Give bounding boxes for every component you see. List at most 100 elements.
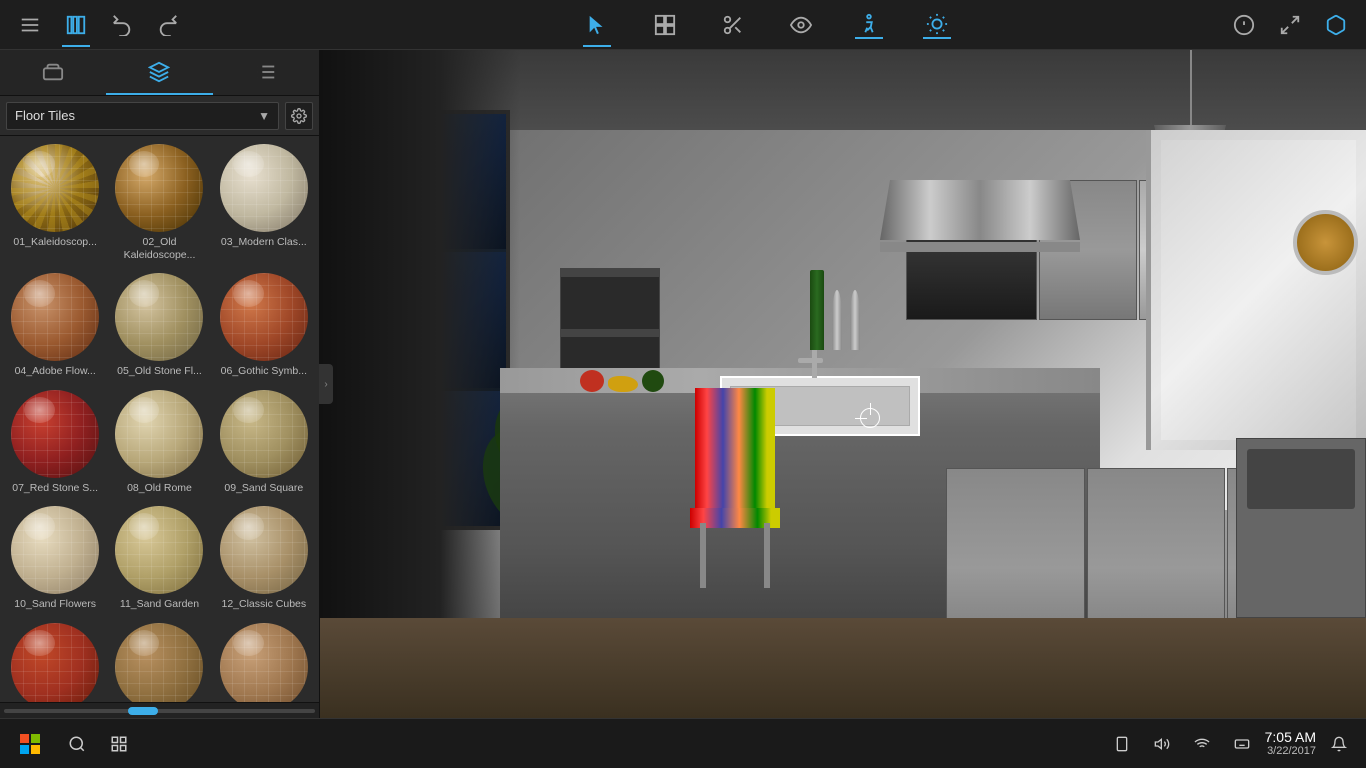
walk-tool-icon[interactable] (855, 11, 883, 39)
material-label-10: 10_Sand Flowers (14, 598, 96, 611)
tab-furniture[interactable] (0, 50, 106, 95)
scene-floor (320, 618, 1366, 718)
chair-leg (700, 523, 706, 588)
material-sphere-11 (115, 506, 203, 594)
material-sphere-15 (220, 623, 308, 702)
eye-tool-icon[interactable] (787, 11, 815, 39)
taskbar-left (0, 724, 200, 764)
scene-range-hood (880, 180, 1080, 270)
category-label: Floor Tiles (15, 108, 75, 123)
material-label-2: 02_Old Kaleidoscope... (113, 236, 205, 261)
scene-fruits (580, 370, 664, 392)
toolbar-right (1214, 11, 1366, 39)
material-item-4[interactable]: 04_Adobe Flow... (4, 269, 106, 384)
layout-tool-icon[interactable] (651, 11, 679, 39)
collapse-arrow-icon: › (324, 379, 327, 390)
chair-back (695, 388, 775, 508)
undo-icon[interactable] (108, 11, 136, 39)
scene-wine-bottles (810, 270, 860, 350)
material-sphere-6 (220, 273, 308, 361)
dropdown-arrow-icon: ▼ (258, 109, 270, 123)
clock-time: 7:05 AM (1265, 729, 1316, 746)
menu-icon[interactable] (16, 11, 44, 39)
material-sphere-13 (11, 623, 99, 702)
scrollbar-track[interactable] (4, 709, 315, 713)
start-button[interactable] (10, 724, 50, 764)
scrollbar-thumb[interactable] (128, 707, 158, 715)
material-item-8[interactable]: 08_Old Rome (108, 386, 210, 501)
chair-leg (764, 523, 770, 588)
material-sphere-14 (115, 623, 203, 702)
top-toolbar (0, 0, 1366, 50)
taskbar-right: 7:05 AM 3/22/2017 (1095, 729, 1366, 759)
settings-button[interactable] (285, 102, 313, 130)
3d-viewport[interactable] (320, 50, 1366, 718)
category-dropdown[interactable]: Floor Tiles ▼ (6, 102, 279, 130)
material-label-1: 01_Kaleidoscop... (13, 236, 96, 249)
library-icon[interactable] (62, 11, 90, 39)
scene-pendant-light (1190, 50, 1192, 130)
network-icon[interactable] (1187, 729, 1217, 759)
toolbar-center (320, 11, 1214, 39)
scene-right-window (1146, 130, 1366, 450)
material-sphere-12 (220, 506, 308, 594)
material-item-5[interactable]: 05_Old Stone Fl... (108, 269, 210, 384)
tablet-mode-icon[interactable] (1107, 729, 1137, 759)
cube3d-icon[interactable] (1322, 11, 1350, 39)
taskbar-clock[interactable]: 7:05 AM 3/22/2017 (1265, 729, 1316, 759)
task-view-button[interactable] (104, 729, 134, 759)
material-sphere-4 (11, 273, 99, 361)
keyboard-icon[interactable] (1227, 729, 1257, 759)
material-grid: 01_Kaleidoscop... 02_Old Kaleidoscope... 0… (0, 136, 319, 702)
material-label-11: 11_Sand Garden (120, 598, 199, 611)
material-item-3[interactable]: 03_Modern Clas... (213, 140, 315, 267)
material-item-2[interactable]: 02_Old Kaleidoscope... (108, 140, 210, 267)
category-bar: Floor Tiles ▼ (0, 96, 319, 136)
material-label-9: 09_Sand Square (224, 482, 303, 495)
scene-chair (690, 388, 790, 588)
sun-tool-icon[interactable] (923, 11, 951, 39)
material-item-11[interactable]: 11_Sand Garden (108, 502, 210, 617)
search-button[interactable] (62, 729, 92, 759)
material-sphere-1 (11, 144, 99, 232)
scissors-tool-icon[interactable] (719, 11, 747, 39)
material-item-14[interactable]: 14_Sand Classic (108, 619, 210, 702)
panel-collapse-button[interactable]: › (319, 364, 333, 404)
redo-icon[interactable] (154, 11, 182, 39)
panel-tabs (0, 50, 319, 96)
material-sphere-3 (220, 144, 308, 232)
tab-list[interactable] (213, 50, 319, 95)
tab-materials[interactable] (106, 50, 212, 95)
material-item-10[interactable]: 10_Sand Flowers (4, 502, 106, 617)
material-sphere-7 (11, 390, 99, 478)
material-label-5: 05_Old Stone Fl... (117, 365, 202, 378)
action-center-icon[interactable] (1324, 729, 1354, 759)
material-item-6[interactable]: 06_Gothic Symb... (213, 269, 315, 384)
material-label-3: 03_Modern Clas... (221, 236, 307, 249)
material-item-15[interactable]: 15_Classic Old C... (213, 619, 315, 702)
material-item-1[interactable]: 01_Kaleidoscop... (4, 140, 106, 267)
maximize-icon[interactable] (1276, 11, 1304, 39)
material-label-12: 12_Classic Cubes (222, 598, 307, 611)
taskbar: 7:05 AM 3/22/2017 (0, 718, 1366, 768)
material-sphere-10 (11, 506, 99, 594)
material-label-4: 04_Adobe Flow... (15, 365, 96, 378)
main-area: Floor Tiles ▼ 01_Kaleidoscop... 02_Old Ka… (0, 50, 1366, 718)
material-label-7: 07_Red Stone S... (12, 482, 98, 495)
cursor-tool-icon[interactable] (583, 11, 611, 39)
material-item-12[interactable]: 12_Classic Cubes (213, 502, 315, 617)
info-icon[interactable] (1230, 11, 1258, 39)
toolbar-left (0, 11, 320, 39)
material-sphere-5 (115, 273, 203, 361)
material-sphere-9 (220, 390, 308, 478)
left-panel: Floor Tiles ▼ 01_Kaleidoscop... 02_Old Ka… (0, 50, 320, 718)
volume-icon[interactable] (1147, 729, 1177, 759)
panel-scrollbar[interactable] (0, 702, 319, 718)
windows-logo (20, 734, 40, 754)
material-item-7[interactable]: 07_Red Stone S... (4, 386, 106, 501)
material-sphere-2 (115, 144, 203, 232)
material-sphere-8 (115, 390, 203, 478)
material-item-13[interactable]: 13_Classic Ashlar (4, 619, 106, 702)
material-item-9[interactable]: 09_Sand Square (213, 386, 315, 501)
notification-icons (1107, 729, 1257, 759)
